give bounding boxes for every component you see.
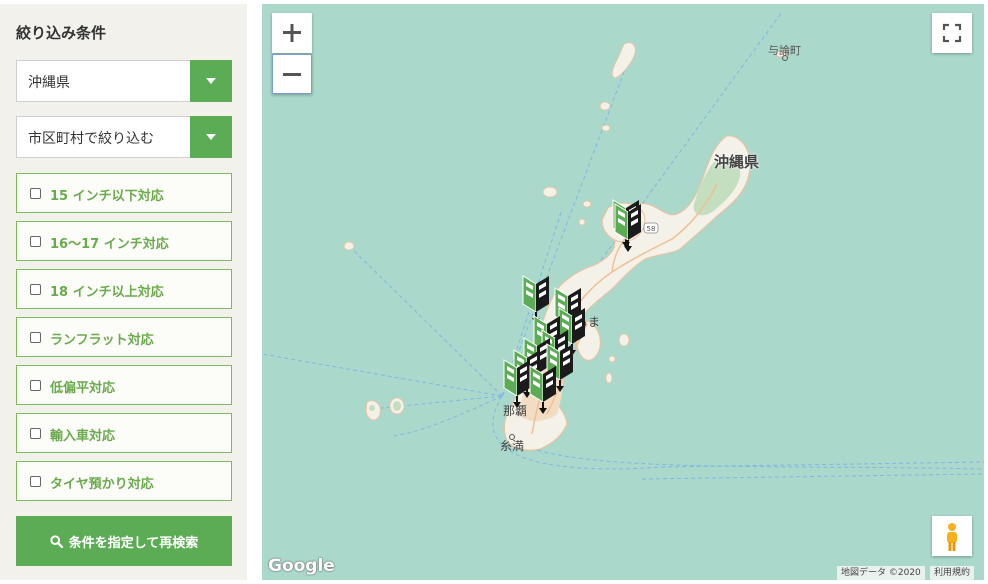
search-icon xyxy=(50,534,63,548)
label-okinawa-prefecture: 沖縄県 xyxy=(714,153,760,171)
checkbox-label: 輸入車対応 xyxy=(50,429,116,444)
checkbox-label: 15 インチ以下対応 xyxy=(50,189,164,204)
checkbox-icon[interactable] xyxy=(30,428,41,439)
map-base: 58 xyxy=(262,4,984,580)
map-attribution: 地図データ ©2020 xyxy=(837,566,925,580)
checkbox-icon[interactable] xyxy=(30,332,41,343)
checkbox-label: ランフラット対応 xyxy=(50,333,154,348)
city-select-value: 市区町村で絞り込む xyxy=(28,131,154,147)
label-itoman: 糸満 xyxy=(500,439,525,453)
checkbox-16-17inch[interactable]: 16～17 インチ対応 xyxy=(16,221,232,261)
route-58-shield: 58 xyxy=(643,222,659,234)
svg-text:58: 58 xyxy=(647,225,656,233)
checkbox-low-profile[interactable]: 低偏平対応 xyxy=(16,365,232,405)
checkbox-imported-car[interactable]: 輸入車対応 xyxy=(16,413,232,453)
checkbox-icon[interactable] xyxy=(30,380,41,391)
google-logo: Google xyxy=(268,556,335,576)
checkbox-icon[interactable] xyxy=(30,236,41,247)
filter-sidebar: 絞り込み条件 沖縄県 市区町村で絞り込む 15 インチ以下対応 16～17 イン… xyxy=(0,4,247,580)
pegman-icon xyxy=(947,523,957,551)
search-button-label: 条件を指定して再検索 xyxy=(68,535,199,551)
search-button[interactable]: 条件を指定して再検索 xyxy=(16,516,232,566)
plus-icon xyxy=(283,24,301,42)
checkbox-15inch[interactable]: 15 インチ以下対応 xyxy=(16,173,232,213)
checkbox-icon[interactable] xyxy=(30,188,41,199)
fullscreen-icon xyxy=(942,23,962,43)
map-canvas[interactable]: 58 与論町 沖縄県 那覇 糸満 るま Google 地図データ ©2020 利… xyxy=(262,4,984,580)
checkbox-label: タイヤ預かり対応 xyxy=(50,477,154,492)
chevron-down-icon[interactable] xyxy=(190,116,232,158)
chevron-down-icon[interactable] xyxy=(190,60,232,102)
street-view-button[interactable] xyxy=(932,516,972,556)
checkbox-18inch[interactable]: 18 インチ以上対応 xyxy=(16,269,232,309)
zoom-in-button[interactable] xyxy=(272,13,312,53)
minus-icon xyxy=(283,73,301,76)
fullscreen-button[interactable] xyxy=(932,13,972,53)
prefecture-select-value: 沖縄県 xyxy=(28,75,70,91)
checkbox-label: 16～17 インチ対応 xyxy=(50,237,169,252)
checkbox-label: 18 インチ以上対応 xyxy=(50,285,164,300)
checkbox-icon[interactable] xyxy=(30,284,41,295)
label-naha: 那覇 xyxy=(503,404,528,418)
checkbox-tire-storage[interactable]: タイヤ預かり対応 xyxy=(16,461,232,501)
label-uruma: るま xyxy=(576,315,601,329)
terms-link[interactable]: 利用規約 xyxy=(930,566,975,580)
checkbox-runflat[interactable]: ランフラット対応 xyxy=(16,317,232,357)
zoom-out-button[interactable] xyxy=(272,54,312,94)
prefecture-select[interactable]: 沖縄県 xyxy=(16,60,232,102)
checkbox-icon[interactable] xyxy=(30,476,41,487)
label-yoron: 与論町 xyxy=(768,44,801,57)
city-select[interactable]: 市区町村で絞り込む xyxy=(16,116,232,158)
checkbox-label: 低偏平対応 xyxy=(50,381,116,396)
filter-title: 絞り込み条件 xyxy=(16,24,107,42)
